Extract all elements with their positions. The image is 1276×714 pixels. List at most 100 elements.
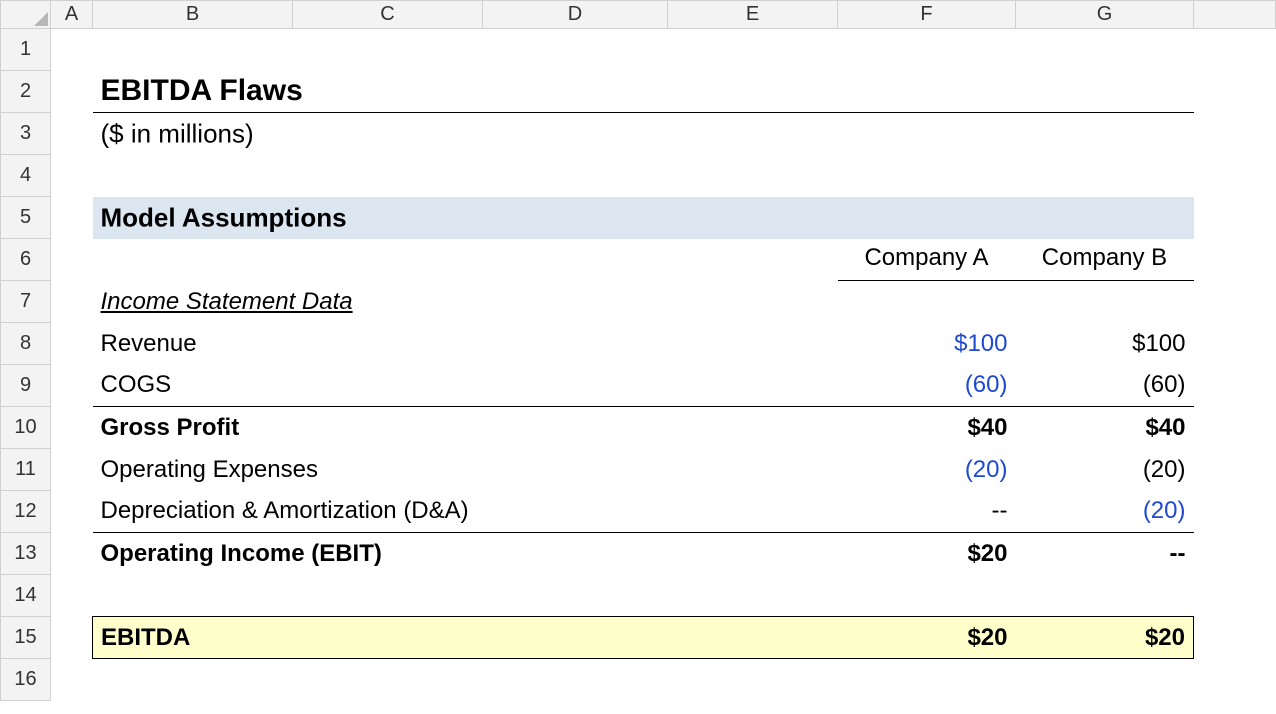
cell-B13[interactable]: Operating Income (EBIT) bbox=[93, 533, 293, 575]
cell-D9[interactable] bbox=[483, 365, 668, 407]
row-header-2[interactable]: 2 bbox=[1, 71, 51, 113]
cell-B3[interactable]: ($ in millions) bbox=[93, 113, 293, 155]
col-header-B[interactable]: B bbox=[93, 1, 293, 29]
spreadsheet[interactable]: A B C D E F G 1 2 EBITDA Flaws 3 ($ in m… bbox=[0, 0, 1276, 714]
cell-A5[interactable] bbox=[51, 197, 93, 239]
cell-A12[interactable] bbox=[51, 491, 93, 533]
cell-G5[interactable] bbox=[1016, 197, 1194, 239]
cell-D1[interactable] bbox=[483, 29, 668, 71]
row-header-14[interactable]: 14 bbox=[1, 575, 51, 617]
cell-B6[interactable] bbox=[93, 239, 293, 281]
cell-D7[interactable] bbox=[483, 281, 668, 323]
cell-E7[interactable] bbox=[668, 281, 838, 323]
cell-E5[interactable] bbox=[668, 197, 838, 239]
col-header-E[interactable]: E bbox=[668, 1, 838, 29]
cell-B7[interactable]: Income Statement Data bbox=[93, 281, 293, 323]
cell-C10[interactable] bbox=[293, 407, 483, 449]
cell-F2[interactable] bbox=[838, 71, 1016, 113]
cell-D2[interactable] bbox=[483, 71, 668, 113]
cell-A14[interactable] bbox=[51, 575, 93, 617]
cell-D16[interactable] bbox=[483, 659, 668, 701]
cell-G12[interactable]: (20) bbox=[1016, 491, 1194, 533]
cell-D12[interactable] bbox=[483, 491, 668, 533]
row-header-12[interactable]: 12 bbox=[1, 491, 51, 533]
cell-D10[interactable] bbox=[483, 407, 668, 449]
cell-D11[interactable] bbox=[483, 449, 668, 491]
cell-F7[interactable] bbox=[838, 281, 1016, 323]
cell-F4[interactable] bbox=[838, 155, 1016, 197]
col-header-F[interactable]: F bbox=[838, 1, 1016, 29]
cell-A6[interactable] bbox=[51, 239, 93, 281]
cell-A13[interactable] bbox=[51, 533, 93, 575]
cell-E15[interactable] bbox=[668, 617, 838, 659]
cell-F9[interactable]: (60) bbox=[838, 365, 1016, 407]
cell-B2[interactable]: EBITDA Flaws bbox=[93, 71, 293, 113]
cell-D8[interactable] bbox=[483, 323, 668, 365]
cell-G2[interactable] bbox=[1016, 71, 1194, 113]
cell-A11[interactable] bbox=[51, 449, 93, 491]
cell-C15[interactable] bbox=[293, 617, 483, 659]
row-header-1[interactable]: 1 bbox=[1, 29, 51, 71]
cell-B10[interactable]: Gross Profit bbox=[93, 407, 293, 449]
row-header-10[interactable]: 10 bbox=[1, 407, 51, 449]
cell-E16[interactable] bbox=[668, 659, 838, 701]
cell-B5[interactable]: Model Assumptions bbox=[93, 197, 293, 239]
row-header-5[interactable]: 5 bbox=[1, 197, 51, 239]
cell-E12[interactable] bbox=[668, 491, 838, 533]
cell-F11[interactable]: (20) bbox=[838, 449, 1016, 491]
cell-B8[interactable]: Revenue bbox=[93, 323, 293, 365]
cell-G15[interactable]: $20 bbox=[1016, 617, 1194, 659]
row-header-15[interactable]: 15 bbox=[1, 617, 51, 659]
cell-F14[interactable] bbox=[838, 575, 1016, 617]
cell-B15[interactable]: EBITDA bbox=[93, 617, 293, 659]
cell-E8[interactable] bbox=[668, 323, 838, 365]
row-header-13[interactable]: 13 bbox=[1, 533, 51, 575]
cell-F12[interactable]: -- bbox=[838, 491, 1016, 533]
cell-G14[interactable] bbox=[1016, 575, 1194, 617]
cell-B1[interactable] bbox=[93, 29, 293, 71]
row-header-8[interactable]: 8 bbox=[1, 323, 51, 365]
cell-B11[interactable]: Operating Expenses bbox=[93, 449, 293, 491]
cell-C14[interactable] bbox=[293, 575, 483, 617]
cell-G8[interactable]: $100 bbox=[1016, 323, 1194, 365]
cell-D15[interactable] bbox=[483, 617, 668, 659]
cell-A3[interactable] bbox=[51, 113, 93, 155]
cell-A4[interactable] bbox=[51, 155, 93, 197]
cell-E14[interactable] bbox=[668, 575, 838, 617]
cell-A7[interactable] bbox=[51, 281, 93, 323]
cell-C11[interactable] bbox=[293, 449, 483, 491]
cell-B16[interactable] bbox=[93, 659, 293, 701]
cell-C8[interactable] bbox=[293, 323, 483, 365]
cell-F6[interactable]: Company A bbox=[838, 239, 1016, 281]
cell-D14[interactable] bbox=[483, 575, 668, 617]
cell-C16[interactable] bbox=[293, 659, 483, 701]
cell-A16[interactable] bbox=[51, 659, 93, 701]
cell-F5[interactable] bbox=[838, 197, 1016, 239]
cell-G13[interactable]: -- bbox=[1016, 533, 1194, 575]
cell-E13[interactable] bbox=[668, 533, 838, 575]
cell-G9[interactable]: (60) bbox=[1016, 365, 1194, 407]
cell-G16[interactable] bbox=[1016, 659, 1194, 701]
cell-G1[interactable] bbox=[1016, 29, 1194, 71]
select-all-corner[interactable] bbox=[1, 1, 51, 29]
col-header-A[interactable]: A bbox=[51, 1, 93, 29]
col-header-D[interactable]: D bbox=[483, 1, 668, 29]
cell-C1[interactable] bbox=[293, 29, 483, 71]
cell-B12[interactable]: Depreciation & Amortization (D&A) bbox=[93, 491, 293, 533]
cell-D6[interactable] bbox=[483, 239, 668, 281]
cell-C4[interactable] bbox=[293, 155, 483, 197]
cell-A15[interactable] bbox=[51, 617, 93, 659]
col-header-C[interactable]: C bbox=[293, 1, 483, 29]
cell-F10[interactable]: $40 bbox=[838, 407, 1016, 449]
cell-E10[interactable] bbox=[668, 407, 838, 449]
col-header-G[interactable]: G bbox=[1016, 1, 1194, 29]
cell-E9[interactable] bbox=[668, 365, 838, 407]
cell-A1[interactable] bbox=[51, 29, 93, 71]
cell-F16[interactable] bbox=[838, 659, 1016, 701]
cell-B14[interactable] bbox=[93, 575, 293, 617]
cell-F15[interactable]: $20 bbox=[838, 617, 1016, 659]
cell-D5[interactable] bbox=[483, 197, 668, 239]
cell-F8[interactable]: $100 bbox=[838, 323, 1016, 365]
cell-E3[interactable] bbox=[668, 113, 838, 155]
cell-E1[interactable] bbox=[668, 29, 838, 71]
